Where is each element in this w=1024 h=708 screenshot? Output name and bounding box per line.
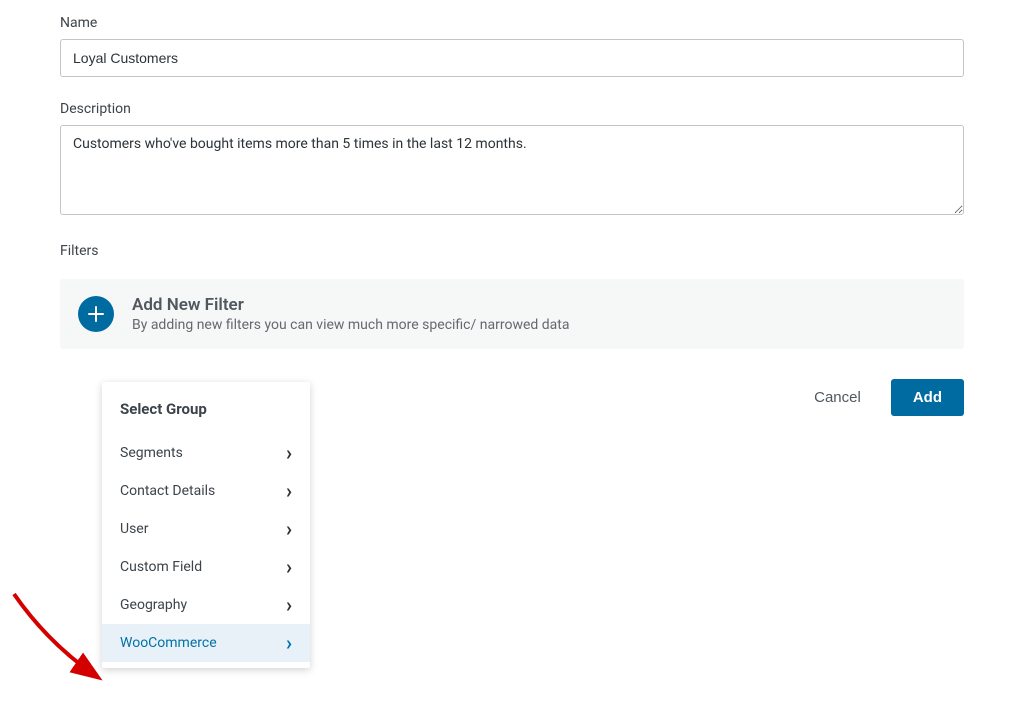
chevron-right-icon: ›	[286, 560, 292, 574]
add-filter-text: Add New Filter By adding new filters you…	[132, 295, 946, 333]
dropdown-item-label: User	[120, 521, 148, 537]
dropdown-item-custom-field[interactable]: Custom Field ›	[102, 548, 310, 586]
add-button[interactable]: Add	[891, 379, 964, 416]
plus-icon	[88, 306, 104, 322]
arrow-annotation-icon	[8, 588, 108, 688]
name-label: Name	[60, 15, 964, 31]
dropdown-item-label: Geography	[120, 597, 187, 613]
chevron-right-icon: ›	[286, 522, 292, 536]
dropdown-item-label: Custom Field	[120, 559, 202, 575]
dropdown-item-segments[interactable]: Segments ›	[102, 434, 310, 472]
dropdown-item-woocommerce[interactable]: WooCommerce ›	[102, 624, 310, 662]
add-filter-title: Add New Filter	[132, 295, 946, 315]
chevron-right-icon: ›	[286, 446, 292, 460]
chevron-right-icon: ›	[286, 598, 292, 612]
description-label: Description	[60, 101, 964, 117]
add-filter-box: Add New Filter By adding new filters you…	[60, 279, 964, 349]
select-group-dropdown: Select Group Segments›Contact Details›Us…	[102, 382, 310, 668]
dropdown-title: Select Group	[102, 400, 310, 434]
cancel-button[interactable]: Cancel	[810, 381, 865, 414]
chevron-right-icon: ›	[286, 636, 292, 650]
filters-heading: Filters	[60, 243, 964, 259]
add-filter-button[interactable]	[78, 296, 114, 332]
description-field-group: Description Customers who've bought item…	[60, 101, 964, 219]
chevron-right-icon: ›	[286, 484, 292, 498]
dropdown-item-label: Contact Details	[120, 483, 215, 499]
description-textarea[interactable]: Customers who've bought items more than …	[60, 125, 964, 215]
dropdown-item-user[interactable]: User ›	[102, 510, 310, 548]
dropdown-item-label: WooCommerce	[120, 635, 217, 651]
dropdown-item-geography[interactable]: Geography ›	[102, 586, 310, 624]
dropdown-item-contact-details[interactable]: Contact Details ›	[102, 472, 310, 510]
dropdown-item-label: Segments	[120, 445, 183, 461]
add-filter-desc: By adding new filters you can view much …	[132, 317, 946, 333]
name-field-group: Name	[60, 15, 964, 77]
name-input[interactable]	[60, 39, 964, 77]
